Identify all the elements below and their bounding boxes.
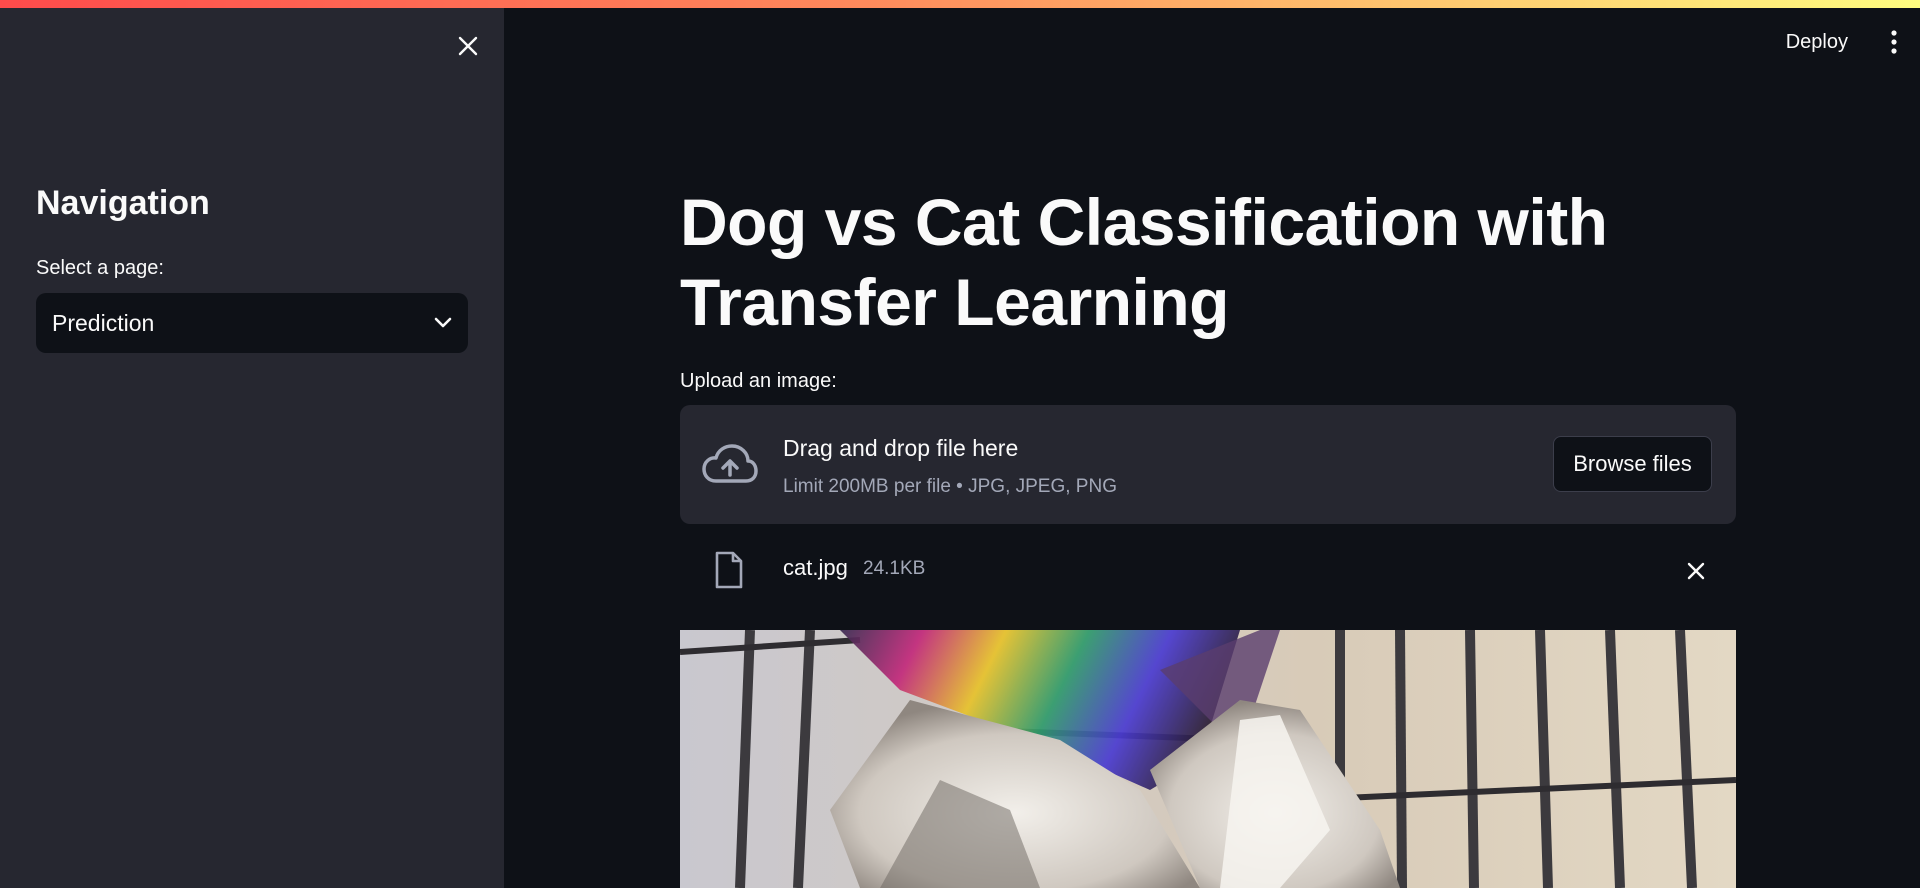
- close-icon: [458, 36, 478, 56]
- page-select-label: Select a page:: [36, 257, 164, 279]
- header-actions: Deploy: [1786, 22, 1920, 62]
- remove-file-icon: [1687, 562, 1705, 580]
- file-dropzone[interactable]: Drag and drop file here Limit 200MB per …: [680, 405, 1736, 524]
- cat-photo: [680, 630, 1736, 888]
- upload-label: Upload an image:: [680, 370, 837, 392]
- cloud-upload-icon: [702, 444, 758, 483]
- deploy-button[interactable]: Deploy: [1786, 31, 1848, 54]
- file-size: 24.1KB: [863, 558, 926, 579]
- uploaded-image-preview: [680, 630, 1736, 888]
- chevron-down-icon: [434, 317, 452, 328]
- page-title: Dog vs Cat Classification with Transfer …: [680, 185, 1608, 339]
- uploaded-file-row: cat.jpg 24.1KB: [680, 545, 1736, 597]
- file-icon: [715, 551, 743, 589]
- browse-files-button[interactable]: Browse files: [1553, 436, 1712, 492]
- file-name: cat.jpg: [783, 555, 848, 580]
- remove-file-button[interactable]: [1682, 557, 1710, 585]
- main-menu-button[interactable]: [1880, 22, 1908, 62]
- dropzone-title: Drag and drop file here: [783, 435, 1019, 461]
- page-select-value: Prediction: [52, 309, 155, 336]
- dropzone-subtitle: Limit 200MB per file • JPG, JPEG, PNG: [783, 476, 1117, 497]
- kebab-menu-icon: [1891, 30, 1897, 54]
- top-decoration-bar: [0, 0, 1920, 8]
- sidebar: Navigation Select a page: Prediction: [0, 0, 504, 888]
- sidebar-close-button[interactable]: [452, 30, 484, 62]
- page-select[interactable]: Prediction: [36, 293, 468, 353]
- sidebar-heading: Navigation: [36, 184, 210, 222]
